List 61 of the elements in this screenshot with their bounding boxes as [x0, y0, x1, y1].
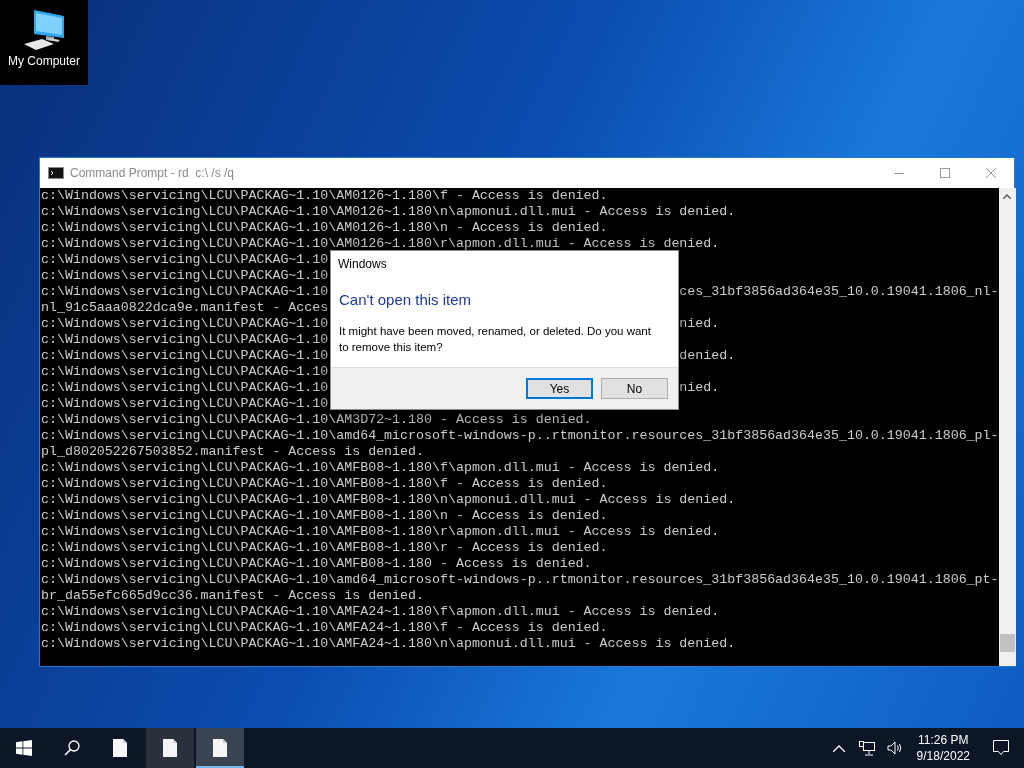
- console-line: denied.: [679, 348, 736, 364]
- maximize-icon[interactable]: [940, 168, 950, 178]
- console-line: c:\Windows\servicing\LCU\PACKAG~1.10\AMFB08~1.180\n - Access is denied.: [41, 508, 608, 524]
- console-line: nied.: [679, 380, 720, 396]
- dialog-heading: Can't open this item: [339, 291, 473, 309]
- console-line: c:\Windows\servicing\LCU\PACKAG~1.10: [41, 332, 329, 348]
- dialog-button[interactable]: No: [601, 378, 668, 399]
- clock-date[interactable]: 9/18/2022: [916, 748, 970, 764]
- console-line: pl_d802052267503852.manifest - Access is denied.: [41, 444, 424, 460]
- dialog-message: It might have been moved, renamed, or deleted. Do you want to remove this item?: [339, 324, 652, 355]
- console-line: c:\Windows\servicing\LCU\PACKAG~1.10\AM0126~1.180\f - Access is denied.: [41, 188, 608, 204]
- search-icon[interactable]: [64, 740, 80, 756]
- console-line: c:\Windows\servicing\LCU\PACKAG~1.10\AMFA24~1.180\n\apmonui.dll.mui - Access is denied.: [41, 636, 736, 652]
- dialog-button[interactable]: Yes: [526, 378, 593, 399]
- document-icon: [112, 738, 128, 758]
- console-line: nied.: [679, 316, 720, 332]
- console-line: c:\Windows\servicing\LCU\PACKAG~1.10\AMFB08~1.180 - Access is denied.: [41, 556, 592, 572]
- console-line: c:\Windows\servicing\LCU\PACKAG~1.10: [41, 380, 329, 396]
- scrollbar-thumb[interactable]: [999, 634, 1015, 652]
- close-icon[interactable]: [986, 168, 996, 178]
- console-line: c:\Windows\servicing\LCU\PACKAG~1.10: [41, 364, 329, 380]
- scrollbar[interactable]: [998, 188, 1016, 666]
- console-line: c:\Windows\servicing\LCU\PACKAG~1.10: [41, 316, 329, 332]
- icon-label: My Computer: [8, 54, 80, 68]
- console-line: c:\Windows\servicing\LCU\PACKAG~1.10: [41, 396, 329, 412]
- console-line: c:\Windows\servicing\LCU\PACKAG~1.10\AM0126~1.180\r\apmon.dll.mui - Access is denied.: [41, 236, 720, 252]
- console-line: nl_91c5aaa0822dca9e.manifest - Acces: [41, 300, 329, 316]
- minimize-icon[interactable]: [894, 172, 904, 174]
- document-icon: [212, 738, 228, 758]
- console-line: c:\Windows\servicing\LCU\PACKAG~1.10\AMFA24~1.180\f\apmon.dll.mui - Access is denied.: [41, 604, 720, 620]
- console-line: c:\Windows\servicing\LCU\PACKAG~1.10: [41, 252, 329, 268]
- notification-icon[interactable]: [993, 740, 1009, 756]
- console-line: c:\Windows\servicing\LCU\PACKAG~1.10\AMFB08~1.180\r\apmon.dll.mui - Access is denied.: [41, 524, 720, 540]
- console-line: c:\Windows\servicing\LCU\PACKAG~1.10\amd64_microsoft-windows-p..rtmonitor.resources_31bf3856ad364e35_10.0.19041.1806_pt-: [41, 572, 999, 588]
- volume-icon[interactable]: [886, 741, 903, 755]
- console-line: c:\Windows\servicing\LCU\PACKAG~1.10\AM3D72~1.180 - Access is denied.: [41, 412, 592, 428]
- console-line: c:\Windows\servicing\LCU\PACKAG~1.10\AMFB08~1.180\f\apmon.dll.mui - Access is denied.: [41, 460, 720, 476]
- console-line: c:\Windows\servicing\LCU\PACKAG~1.10\AM0126~1.180\n - Access is denied.: [41, 220, 608, 236]
- window-title: Command Prompt - rd c:\ /s /q: [70, 165, 235, 182]
- console-line: c:\Windows\servicing\LCU\PACKAG~1.10\AMFB08~1.180\f - Access is denied.: [41, 476, 608, 492]
- document-icon: [162, 738, 178, 758]
- windows-logo-icon[interactable]: [16, 740, 32, 756]
- taskbar-app[interactable]: [146, 728, 194, 768]
- console-line: c:\Windows\servicing\LCU\PACKAG~1.10\amd64_microsoft-windows-p..rtmonitor.resources_31bf3856ad364e35_10.0.19041.1806_pl-: [41, 428, 999, 444]
- clock-time[interactable]: 11:26 PM: [918, 732, 969, 748]
- console-line: c:\Windows\servicing\LCU\PACKAG~1.10\AM0126~1.180\n\apmonui.dll.mui - Access is denied.: [41, 204, 736, 220]
- console-line: c:\Windows\servicing\LCU\PACKAG~1.10\AMFB08~1.180\r - Access is denied.: [41, 540, 608, 556]
- chevron-up-icon[interactable]: [832, 744, 845, 752]
- console-line: c:\Windows\servicing\LCU\PACKAG~1.10\AMFB08~1.180\n\apmonui.dll.mui - Access is denied.: [41, 492, 736, 508]
- console-icon: [48, 167, 64, 179]
- dialog-caption: Windows: [338, 257, 388, 271]
- console-line: br_da55efc665d9cc36.manifest - Access is denied.: [41, 588, 424, 604]
- console-line: c:\Windows\servicing\LCU\PACKAG~1.10: [41, 348, 329, 364]
- desktop-icon[interactable]: My Computer: [0, 0, 88, 85]
- console-line: c:\Windows\servicing\LCU\PACKAG~1.10\AMFA24~1.180\f - Access is denied.: [41, 620, 608, 636]
- scroll-up-icon[interactable]: [1003, 194, 1012, 199]
- console-line: ces_31bf3856ad364e35_10.0.19041.1806_nl-: [679, 284, 999, 300]
- taskbar-app[interactable]: [196, 728, 244, 768]
- console-line: c:\Windows\servicing\LCU\PACKAG~1.10: [41, 284, 329, 300]
- network-icon[interactable]: [858, 740, 875, 756]
- console-line: c:\Windows\servicing\LCU\PACKAG~1.10: [41, 268, 329, 284]
